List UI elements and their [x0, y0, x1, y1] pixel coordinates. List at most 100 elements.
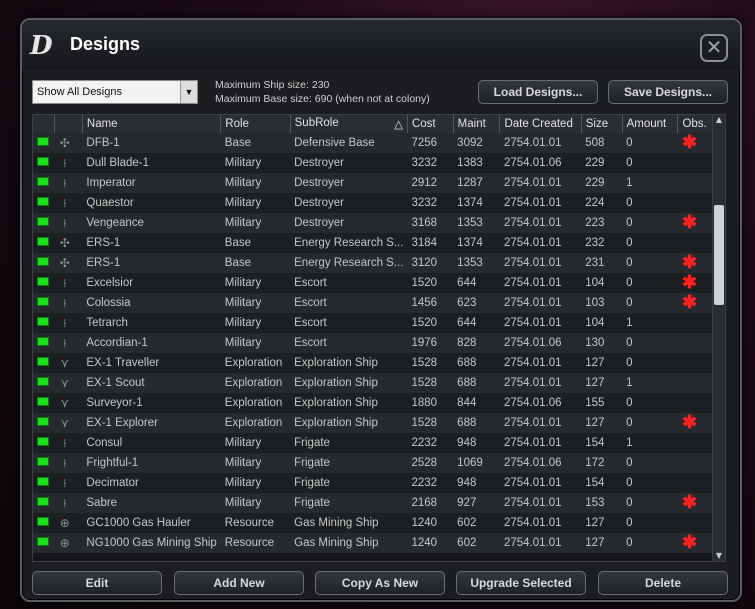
close-button[interactable]: ✕ [700, 34, 728, 62]
icon-column-header[interactable] [54, 115, 83, 133]
column-header-role[interactable]: Role [220, 115, 291, 133]
date-cell: 2754.01.06 [499, 393, 582, 413]
obsolete-cell: ✱ [677, 533, 713, 553]
table-row[interactable]: ⟊ Vengeance Military Destroyer 3168 1353 2754.… [33, 213, 713, 233]
table-row[interactable]: ⟊ Tetrarch Military Escort 1520 644 2754.01.01… [33, 313, 713, 333]
table-row[interactable]: ⋎ EX-1 Scout Exploration Exploration Ship 15… [33, 373, 713, 393]
obsolete-cell [677, 393, 713, 413]
obsolete-mark-icon: ✱ [681, 213, 698, 232]
amount-cell: 0 [622, 413, 678, 433]
table-scrollbar[interactable]: ▲ ▼ [712, 114, 726, 562]
ship-icon-cell: ⊕ [54, 513, 83, 533]
table-row[interactable]: ⋎ EX-1 Explorer Exploration Exploration Shi… [33, 413, 713, 433]
upgrade-selected-button[interactable]: Upgrade Selected [456, 571, 586, 595]
table-row[interactable]: ⊕ NG1000 Gas Mining Ship Resource Gas Minin… [33, 533, 713, 553]
table-row[interactable]: ⟊ Colossia Military Escort 1456 623 2754.01.01… [33, 293, 713, 313]
table-row[interactable]: ⋎ Surveyor-1 Exploration Exploration Ship 18… [33, 393, 713, 413]
name-cell: Colossia [82, 293, 221, 313]
save-designs-button[interactable]: Save Designs... [608, 80, 728, 104]
table-row[interactable]: ⊕ GC1000 Gas Hauler Resource Gas Mining Shi… [33, 513, 713, 533]
role-cell: Military [220, 213, 291, 233]
green-led-icon [37, 277, 49, 286]
scroll-up-icon[interactable]: ▲ [713, 115, 725, 125]
role-cell: Exploration [220, 353, 291, 373]
subrole-cell: Defensive Base [290, 133, 408, 153]
add-new-button[interactable]: Add New [174, 571, 304, 595]
ship-design-icon: ⟊ [63, 176, 67, 190]
column-header-subrole-label: SubRole [294, 117, 339, 129]
role-cell: Military [220, 273, 291, 293]
status-cell [33, 253, 55, 273]
column-header-cost[interactable]: Cost [407, 115, 454, 133]
delete-button[interactable]: Delete [598, 571, 728, 595]
column-header-subrole[interactable]: SubRole △ [290, 115, 408, 133]
table-row[interactable]: ⟊ Excelsior Military Escort 1520 644 2754.01.0… [33, 273, 713, 293]
subrole-cell: Gas Mining Ship [290, 513, 408, 533]
table-row[interactable]: ⟊ Accordian-1 Military Escort 1976 828 2754.01… [33, 333, 713, 353]
obsolete-cell: ✱ [677, 133, 713, 153]
status-cell [33, 453, 55, 473]
table-row[interactable]: ✣ ERS-1 Base Energy Research S... 3120 1353 27… [33, 253, 713, 273]
maint-cell: 644 [453, 273, 500, 293]
column-header-name[interactable]: Name [82, 115, 222, 133]
chevron-down-icon[interactable]: ▼ [180, 81, 197, 103]
status-column-header[interactable] [33, 115, 56, 133]
green-led-icon [37, 297, 49, 306]
date-cell: 2754.01.01 [499, 433, 582, 453]
role-cell: Military [220, 493, 291, 513]
column-header-date-created[interactable]: Date Created [499, 115, 582, 133]
edit-button[interactable]: Edit [32, 571, 162, 595]
table-row[interactable]: ⟊ Decimator Military Frigate 2232 948 2754.01.… [33, 473, 713, 493]
column-header-amount[interactable]: Amount [622, 115, 679, 133]
amount-cell: 0 [622, 233, 678, 253]
ship-design-icon: ⋎ [60, 356, 70, 370]
table-row[interactable]: ⟊ Sabre Military Frigate 2168 927 2754.01.01 15… [33, 493, 713, 513]
name-cell: ERS-1 [82, 253, 221, 273]
status-cell [33, 353, 55, 373]
table-row[interactable]: ✣ DFB-1 Base Defensive Base 7256 3092 2754.01.… [33, 133, 713, 153]
maint-cell: 1069 [453, 453, 500, 473]
ship-design-icon: ⟊ [63, 316, 67, 330]
scroll-down-icon[interactable]: ▼ [713, 551, 725, 561]
date-cell: 2754.01.01 [499, 193, 582, 213]
design-filter-dropdown[interactable]: Show All Designs ▼ [32, 80, 198, 104]
obsolete-mark-icon: ✱ [681, 533, 698, 552]
designs-table: Name Role SubRole △ Cost Maint Date Crea… [32, 114, 714, 562]
obsolete-cell: ✱ [677, 213, 713, 233]
status-cell [33, 293, 55, 313]
ship-icon-cell: ⟊ [54, 293, 83, 313]
column-header-obsolete[interactable]: Obs. [677, 115, 713, 133]
max-ship-size-text: Maximum Ship size: 230 [215, 79, 330, 91]
date-cell: 2754.01.01 [499, 473, 582, 493]
role-cell: Military [220, 433, 291, 453]
ship-icon-cell: ✣ [54, 133, 83, 153]
column-header-maint[interactable]: Maint [453, 115, 501, 133]
cost-cell: 1240 [407, 513, 454, 533]
scrollbar-thumb[interactable] [714, 205, 724, 305]
role-cell: Military [220, 293, 291, 313]
name-cell: Vengeance [82, 213, 221, 233]
table-row[interactable]: ⟊ Quaestor Military Destroyer 3232 1374 2754.0… [33, 193, 713, 213]
maint-cell: 688 [453, 413, 500, 433]
table-row[interactable]: ✣ ERS-1 Base Energy Research S... 3184 1374 27… [33, 233, 713, 253]
load-designs-button[interactable]: Load Designs... [478, 80, 598, 104]
size-cell: 224 [581, 193, 623, 213]
cost-cell: 2168 [407, 493, 454, 513]
table-row[interactable]: ⟊ Consul Military Frigate 2232 948 2754.01.01 1… [33, 433, 713, 453]
date-cell: 2754.01.01 [499, 313, 582, 333]
green-led-icon [37, 257, 49, 266]
copy-as-new-button[interactable]: Copy As New [315, 571, 445, 595]
table-row[interactable]: ⟊ Dull Blade-1 Military Destroyer 3232 1383 27… [33, 153, 713, 173]
green-led-icon [37, 137, 49, 146]
cost-cell: 2232 [407, 473, 454, 493]
ship-design-icon: ⟊ [63, 296, 67, 310]
column-header-size[interactable]: Size [581, 115, 623, 133]
table-row[interactable]: ⟊ Frightful-1 Military Frigate 2528 1069 2754.… [33, 453, 713, 473]
date-cell: 2754.01.01 [499, 213, 582, 233]
size-cell: 172 [581, 453, 623, 473]
table-row[interactable]: ⋎ EX-1 Traveller Exploration Exploration Sh… [33, 353, 713, 373]
status-cell [33, 373, 55, 393]
table-row[interactable]: ⟊ Imperator Military Destroyer 2912 1287 2754.… [33, 173, 713, 193]
obsolete-cell: ✱ [677, 493, 713, 513]
green-led-icon [37, 217, 49, 226]
